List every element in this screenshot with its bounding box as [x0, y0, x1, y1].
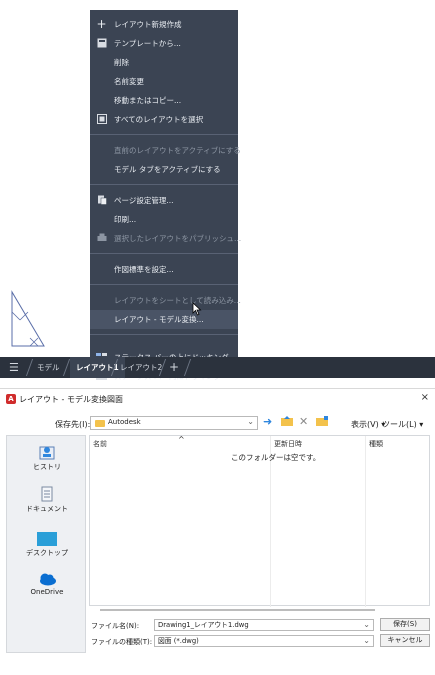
tab-model[interactable]: モデル — [37, 357, 60, 378]
place-onedrive[interactable]: OneDrive — [7, 572, 87, 596]
save-in-dropdown[interactable]: Autodesk ⌄ — [90, 416, 258, 430]
menu-item-from-template[interactable]: テンプレートから... — [90, 34, 238, 53]
column-header-modified[interactable]: 更新日時 — [274, 439, 302, 449]
desktop-icon — [37, 532, 57, 546]
tools-menu[interactable]: ツール(L) ▾ — [382, 419, 423, 430]
menu-item-publish-selected-layouts[interactable]: 選択したレイアウトをパブリッシュ... — [90, 229, 241, 248]
publish-icon — [96, 233, 107, 244]
place-desktop[interactable]: デスクトップ — [7, 532, 87, 558]
menu-separator — [90, 334, 238, 335]
template-icon — [96, 38, 107, 49]
menu-separator — [90, 134, 238, 135]
close-icon[interactable]: × — [421, 392, 429, 403]
column-header-type[interactable]: 種類 — [369, 439, 383, 449]
mouse-pointer-icon — [192, 302, 202, 316]
save-in-value: Autodesk — [108, 418, 141, 426]
triangle-drawing — [11, 290, 45, 347]
tab-layout2[interactable]: レイアウト2 — [120, 357, 162, 378]
column-header-name[interactable]: 名前 — [93, 439, 107, 449]
menu-item-page-setup-manager[interactable]: ページ設定管理... — [90, 191, 238, 210]
folder-icon — [95, 420, 105, 427]
new-folder-icon[interactable] — [316, 416, 328, 429]
chevron-down-icon: ⌄ — [247, 417, 254, 426]
place-documents[interactable]: ドキュメント — [7, 486, 87, 514]
filename-field[interactable]: Drawing1_レイアウト1.dwg ⌄ — [154, 619, 374, 631]
menu-item-move-or-copy[interactable]: 移動またはコピー... — [90, 91, 238, 110]
menu-item-delete[interactable]: 削除 — [90, 53, 238, 72]
save-button[interactable]: 保存(S) — [380, 618, 430, 631]
chevron-down-icon: ⌄ — [363, 620, 370, 629]
menu-separator — [90, 253, 238, 254]
documents-icon — [41, 486, 53, 502]
menu-item-rename[interactable]: 名前変更 — [90, 72, 238, 91]
save-drawing-dialog: A レイアウト - モデル変換図面 × 保存先(I): Autodesk ⌄ ➜… — [0, 388, 435, 675]
filetype-dropdown[interactable]: 図面 (*.dwg) ⌄ — [154, 635, 374, 647]
filename-label: ファイル名(N): — [91, 622, 140, 630]
autocad-app-icon: A — [6, 394, 16, 404]
back-arrow-icon[interactable]: ➜ — [263, 415, 272, 428]
select-all-layouts-icon — [96, 114, 107, 125]
cancel-button[interactable]: キャンセル — [380, 634, 430, 647]
add-layout-button[interactable]: + — [169, 357, 179, 378]
delete-x-icon[interactable]: ✕ — [299, 415, 308, 428]
sort-chevron-icon: ^ — [178, 435, 185, 444]
file-list[interactable]: 名前 ^ 更新日時 種類 このフォルダーは空です。 — [89, 435, 430, 607]
place-history[interactable]: ヒストリ — [7, 444, 87, 472]
filetype-label: ファイルの種類(T): — [91, 638, 153, 646]
drawing-canvas[interactable]: + レイアウト新規作成 テンプレートから... 削除 名前変更 移動またはコピー… — [0, 0, 435, 381]
dialog-title: レイアウト - モデル変換図面 — [19, 395, 123, 404]
hamburger-icon[interactable]: ☰ — [9, 357, 19, 378]
menu-item-activate-model-tab[interactable]: モデル タブをアクティブにする — [90, 160, 238, 179]
menu-item-export-layout-to-model[interactable]: レイアウト - モデル変換... — [90, 310, 238, 329]
menu-item-select-all-layouts[interactable]: すべてのレイアウトを選択 — [90, 110, 238, 129]
empty-folder-message: このフォルダーは空です。 — [231, 453, 321, 462]
view-menu[interactable]: 表示(V) ▾ — [351, 419, 385, 430]
menu-item-plot[interactable]: 印刷... — [90, 210, 238, 229]
menu-item-activate-previous-layout[interactable]: 直前のレイアウトをアクティブにする — [90, 141, 241, 160]
layout-tab-context-menu: + レイアウト新規作成 テンプレートから... 削除 名前変更 移動またはコピー… — [87, 10, 241, 381]
onedrive-icon — [40, 573, 56, 586]
save-in-label: 保存先(I): — [55, 420, 91, 429]
places-sidebar: ヒストリ ドキュメント デスクトップ OneDrive — [6, 435, 86, 653]
layout-tabs-bar: ☰ モデル レイアウト1 レイアウト2 + — [0, 357, 435, 378]
menu-item-import-layout-as-sheet[interactable]: レイアウトをシートとして読み込み... — [90, 291, 241, 310]
menu-separator — [90, 184, 238, 185]
history-icon — [39, 446, 55, 460]
menu-item-new-layout[interactable]: + レイアウト新規作成 — [90, 15, 238, 34]
page-setup-icon — [96, 195, 107, 206]
plus-icon: + — [96, 17, 107, 31]
menu-separator — [90, 284, 238, 285]
menu-item-drafting-standards[interactable]: 作図標準を設定... — [90, 260, 238, 279]
horizontal-scrollbar[interactable] — [100, 609, 375, 611]
up-folder-icon[interactable] — [281, 416, 293, 429]
chevron-down-icon: ⌄ — [363, 636, 370, 645]
